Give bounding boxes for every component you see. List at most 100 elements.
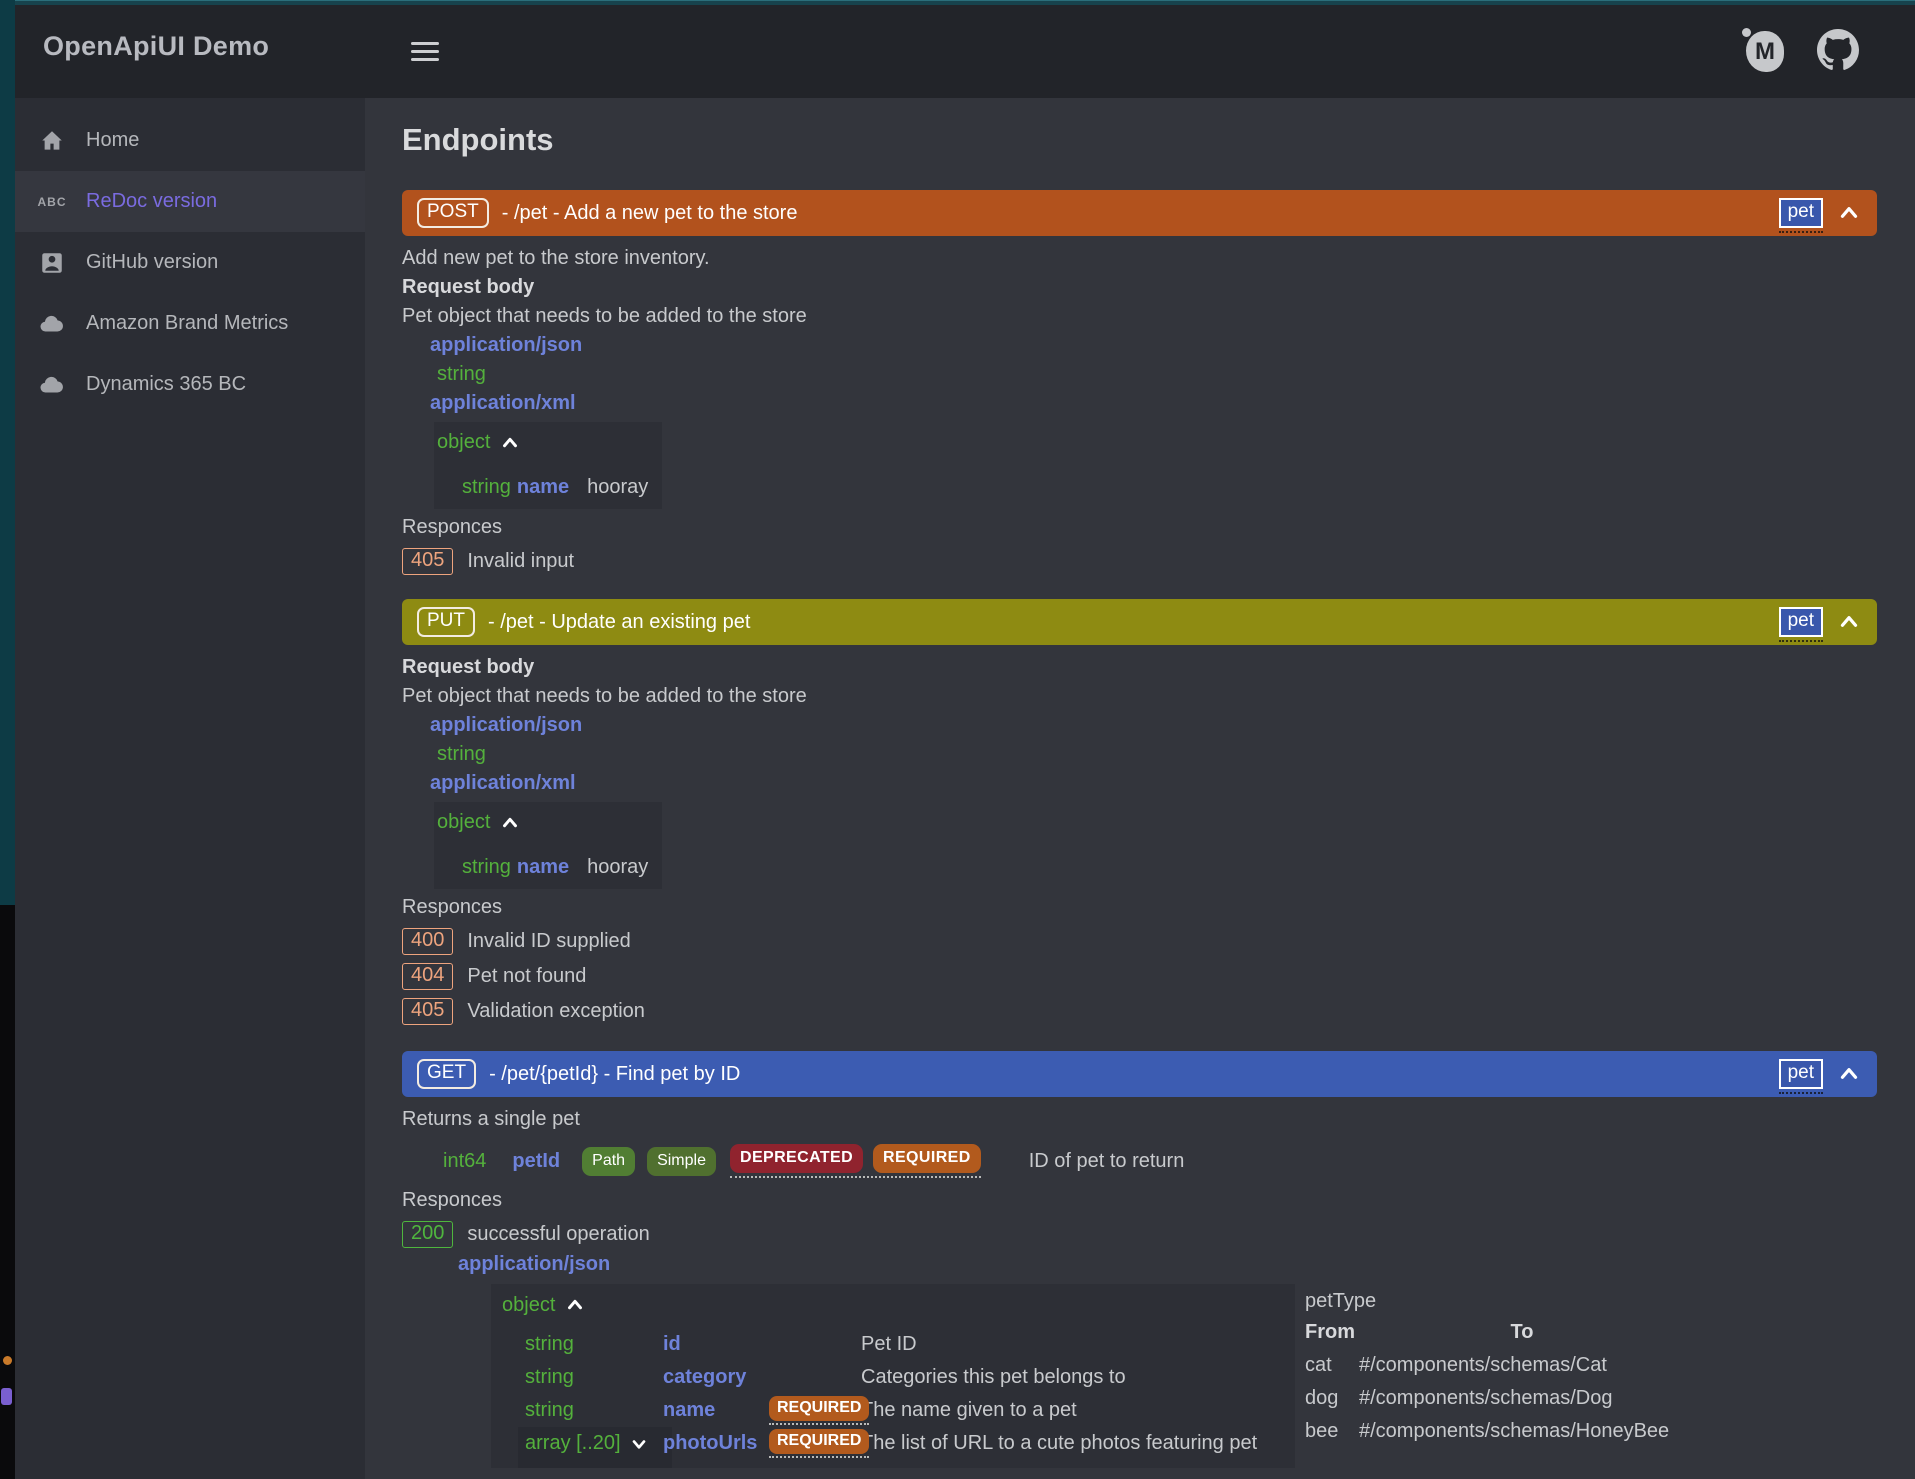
endpoint-description: Add new pet to the store inventory. — [402, 244, 1877, 273]
response-row: 200 successful operation — [402, 1219, 1877, 1250]
object-type-label: object — [502, 1290, 555, 1320]
sidebar-item-label: GitHub version — [86, 251, 218, 274]
status-code-badge: 200 — [402, 1221, 453, 1248]
property-type: string — [525, 1333, 663, 1356]
media-type-json: application/json — [430, 711, 1877, 740]
sidebar: Home ABC ReDoc version GitHub version Am… — [15, 98, 365, 1479]
chevron-up-icon[interactable] — [1836, 1061, 1862, 1087]
property-name: name — [663, 1399, 769, 1422]
property-type: array [..20] — [525, 1432, 663, 1455]
response-row: 400 Invalid ID supplied — [402, 926, 1877, 957]
sidebar-item-amazon-brand-metrics[interactable]: Amazon Brand Metrics — [15, 293, 365, 354]
status-code-badge: 400 — [402, 928, 453, 955]
property-example: hooray — [587, 476, 648, 498]
sidebar-item-home[interactable]: Home — [15, 110, 365, 171]
schema-property-row: string id Pet ID — [494, 1328, 1295, 1361]
object-header[interactable]: object — [437, 428, 662, 457]
responses-label: Responces — [402, 513, 1877, 542]
tag-chip-pet[interactable]: pet — [1779, 607, 1823, 637]
property-example: hooray — [587, 856, 648, 878]
app-bar: OpenApiUI Demo M — [15, 5, 1915, 98]
property-name: id — [663, 1333, 769, 1356]
media-type-xml: application/xml — [430, 389, 1877, 418]
sidebar-item-label: Home — [86, 129, 139, 152]
property-type: string — [462, 476, 511, 498]
mudblazor-logo-icon[interactable]: M — [1741, 27, 1787, 73]
schema-property-row: string name hooray — [437, 476, 662, 499]
schema-property-row: stringnamehooray — [437, 856, 662, 879]
mapping-to: #/components/schemas/Cat — [1357, 1349, 1687, 1382]
app-title: OpenApiUI Demo — [43, 31, 269, 62]
sidebar-item-label: ReDoc version — [86, 190, 217, 213]
property-description: The list of URL to a cute photos featuri… — [861, 1432, 1295, 1455]
cloud-icon — [37, 371, 67, 399]
object-header[interactable]: object — [494, 1290, 1295, 1320]
property-description: Categories this pet belongs to — [861, 1366, 1295, 1389]
parameter-name: petId — [512, 1150, 560, 1173]
object-header[interactable]: object — [437, 808, 662, 837]
mapping-from: cat — [1305, 1349, 1357, 1382]
property-type: string — [462, 856, 511, 878]
app-window: OpenApiUI Demo M Home — [15, 5, 1915, 1479]
object-type-label: object — [437, 428, 490, 457]
taskbar-sliver-icon — [3, 1356, 12, 1365]
discriminator-table: petType From To cat #/components/schemas… — [1305, 1286, 1687, 1448]
chevron-up-icon[interactable] — [1836, 200, 1862, 226]
property-name: name — [517, 476, 569, 498]
response-schema-block: object string id Pet ID — [402, 1284, 1877, 1468]
schema-object-panel: object string id Pet ID — [491, 1284, 1295, 1468]
responses-label: Responces — [402, 893, 1877, 922]
parameter-row-petid: int64 petId Path Simple DEPRECATED REQUI… — [402, 1144, 1877, 1178]
badge-required: REQUIRED — [873, 1144, 981, 1173]
parameter-description: ID of pet to return — [1029, 1150, 1185, 1173]
parameter-type: int64 — [443, 1150, 486, 1173]
sidebar-item-redoc-version[interactable]: ABC ReDoc version — [15, 171, 365, 232]
method-chip: PUT — [417, 607, 475, 637]
request-body-description: Pet object that needs to be added to the… — [402, 682, 1877, 711]
endpoint-bar-put-pet[interactable]: PUT - /pet - Update an existing pet pet — [402, 599, 1877, 645]
endpoint-title: - /pet/{petId} - Find pet by ID — [489, 1063, 740, 1086]
request-body-description: Pet object that needs to be added to the… — [402, 302, 1877, 331]
response-text: successful operation — [467, 1223, 649, 1246]
schema-object-panel: object stringnamehooray — [434, 802, 662, 889]
discriminator-title: petType — [1305, 1286, 1687, 1316]
github-logo-icon[interactable] — [1817, 29, 1859, 71]
chevron-down-icon[interactable] — [629, 1434, 649, 1454]
endpoint-bar-get-pet-by-id[interactable]: GET - /pet/{petId} - Find pet by ID pet — [402, 1051, 1877, 1097]
tag-chip-pet[interactable]: pet — [1779, 198, 1823, 228]
endpoint-description: Returns a single pet — [402, 1105, 1877, 1134]
badge-path: Path — [582, 1147, 635, 1176]
hamburger-menu-icon[interactable] — [409, 35, 443, 65]
taskbar-sliver-icon — [1, 1388, 12, 1405]
badge-required: REQUIRED — [769, 1396, 869, 1421]
method-chip: POST — [417, 198, 489, 228]
main-content: Endpoints POST - /pet - Add a new pet to… — [365, 98, 1915, 1479]
method-chip: GET — [417, 1059, 476, 1089]
property-description: Pet ID — [861, 1333, 1295, 1356]
endpoint-title: - /pet - Update an existing pet — [488, 611, 750, 634]
badge-deprecated: DEPRECATED — [730, 1144, 863, 1173]
chevron-up-icon[interactable] — [1836, 609, 1862, 635]
screen: OpenApiUI Demo M Home — [0, 0, 1915, 1479]
sidebar-item-label: Dynamics 365 BC — [86, 373, 246, 396]
background-window-left-edge — [0, 0, 15, 905]
schema-type: string — [437, 360, 1877, 389]
tag-chip-pet[interactable]: pet — [1779, 1059, 1823, 1089]
mapping-from: bee — [1305, 1415, 1357, 1448]
topbar-actions: M — [1741, 27, 1859, 73]
media-type-json: application/json — [458, 1250, 1877, 1279]
mapping-from: dog — [1305, 1382, 1357, 1415]
response-row: 405 Invalid input — [402, 546, 1877, 577]
schema-type: string — [437, 740, 1877, 769]
response-text: Invalid input — [467, 550, 574, 573]
account-box-icon — [37, 250, 67, 276]
endpoint-bar-post-pet[interactable]: POST - /pet - Add a new pet to the store… — [402, 190, 1877, 236]
response-text: Invalid ID supplied — [467, 930, 630, 953]
response-text: Validation exception — [467, 1000, 645, 1023]
property-type: string — [525, 1366, 663, 1389]
column-header-from: From — [1305, 1316, 1357, 1349]
sidebar-item-github-version[interactable]: GitHub version — [15, 232, 365, 293]
badge-simple: Simple — [647, 1147, 716, 1176]
sidebar-item-dynamics-365-bc[interactable]: Dynamics 365 BC — [15, 354, 365, 415]
property-type: string — [525, 1399, 663, 1422]
